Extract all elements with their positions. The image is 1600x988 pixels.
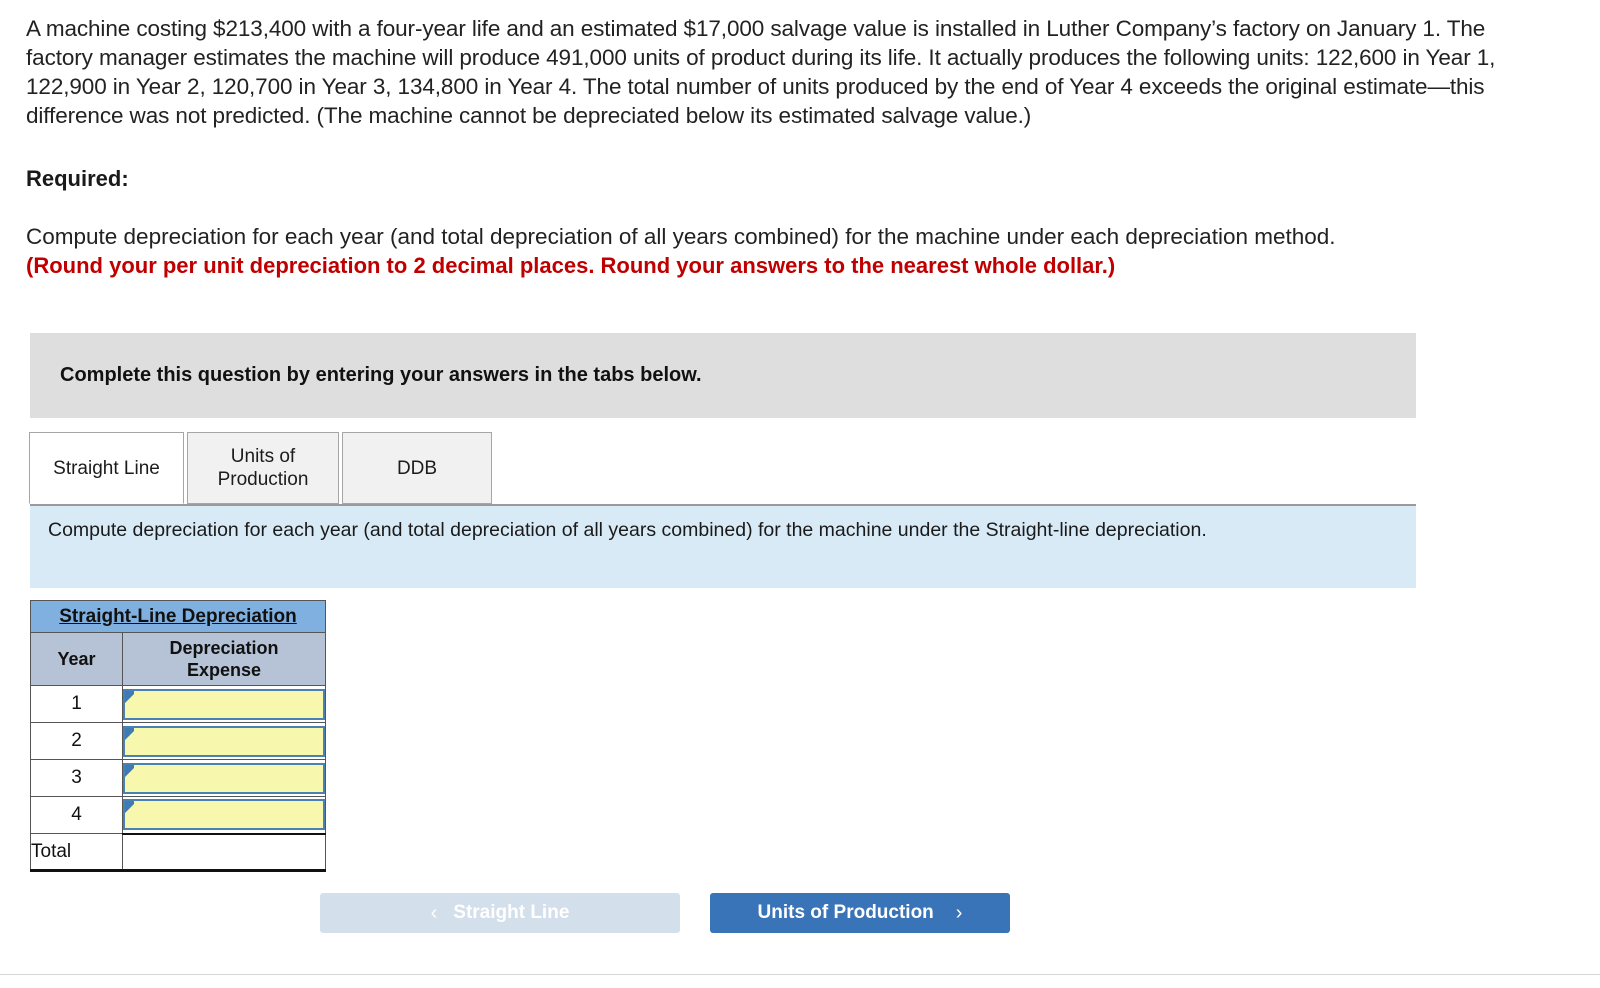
tab-ddb-label: DDB — [396, 457, 438, 479]
instruction-banner-text: Complete this question by entering your … — [60, 364, 702, 386]
year-label-4: 4 — [30, 796, 123, 834]
cell-marker-flag-icon — [125, 690, 134, 703]
tab-ddb[interactable]: DDB — [342, 432, 492, 504]
tab-units-of-production-label: Units of Production — [218, 445, 309, 491]
table-title: Straight-Line Depreciation — [30, 600, 326, 633]
expense-input-cell-1[interactable] — [122, 685, 326, 723]
column-header-exp-line1: Depreciation — [169, 638, 279, 658]
expense-input-2[interactable] — [123, 725, 325, 757]
expense-input-3[interactable] — [123, 762, 325, 794]
compute-instruction: Compute depreciation for each year (and … — [26, 222, 1500, 280]
tab-uop-line1: Units of — [230, 446, 296, 467]
cell-marker-flag-icon — [125, 801, 134, 814]
question-section: A machine costing $213,400 with a four-y… — [0, 0, 1600, 280]
chevron-left-icon: ‹ — [430, 901, 438, 924]
total-value — [122, 832, 326, 872]
expense-input-cell-4[interactable] — [122, 796, 326, 834]
expense-input-1[interactable] — [123, 688, 325, 720]
bottom-divider — [0, 974, 1600, 975]
table-row: 4 — [30, 796, 326, 834]
year-label-2: 2 — [30, 722, 123, 760]
required-label: Required: — [26, 166, 129, 191]
table-row: 1 — [30, 685, 326, 723]
instruction-banner: Complete this question by entering your … — [30, 333, 1416, 418]
tab-uop-line2: Production — [217, 469, 309, 490]
cell-marker-flag-icon — [125, 764, 134, 777]
table-header-row: Year Depreciation Expense — [30, 632, 326, 686]
next-tab-button[interactable]: Units of Production › — [710, 893, 1010, 933]
table-row: 3 — [30, 759, 326, 797]
tab-units-of-production[interactable]: Units of Production — [187, 432, 339, 504]
sub-instruction-text: Compute depreciation for each year (and … — [48, 519, 1207, 541]
chevron-right-icon: › — [955, 901, 963, 924]
year-label-1: 1 — [30, 685, 123, 723]
expense-input-4[interactable] — [123, 799, 325, 831]
next-tab-label: Units of Production — [757, 902, 934, 923]
question-body: A machine costing $213,400 with a four-y… — [26, 16, 1496, 128]
straight-line-depreciation-table: Straight-Line Depreciation Year Deprecia… — [30, 600, 326, 872]
table-row: 2 — [30, 722, 326, 760]
column-header-exp-line2: Expense — [186, 660, 262, 680]
expense-input-cell-3[interactable] — [122, 759, 326, 797]
compute-instruction-text: Compute depreciation for each year (and … — [26, 224, 1336, 249]
tab-navigation: ‹ Straight Line Units of Production › — [320, 893, 1010, 933]
column-header-depreciation-expense: Depreciation Expense — [122, 632, 326, 686]
rounding-note: (Round your per unit depreciation to 2 d… — [26, 253, 1116, 278]
sub-instruction-panel: Compute depreciation for each year (and … — [30, 504, 1416, 588]
table-title-row: Straight-Line Depreciation — [30, 600, 326, 633]
tab-straight-line-label: Straight Line — [53, 457, 160, 479]
tab-straight-line[interactable]: Straight Line — [29, 432, 184, 504]
table-total-row: Total — [30, 832, 326, 872]
cell-marker-flag-icon — [125, 727, 134, 740]
expense-input-cell-2[interactable] — [122, 722, 326, 760]
previous-tab-button[interactable]: ‹ Straight Line — [320, 893, 680, 933]
total-label: Total — [30, 833, 123, 872]
year-label-3: 3 — [30, 759, 123, 797]
tab-bar: Straight Line Units of Production DDB — [29, 432, 495, 504]
column-header-year: Year — [30, 632, 123, 686]
previous-tab-label: Straight Line — [453, 902, 570, 923]
